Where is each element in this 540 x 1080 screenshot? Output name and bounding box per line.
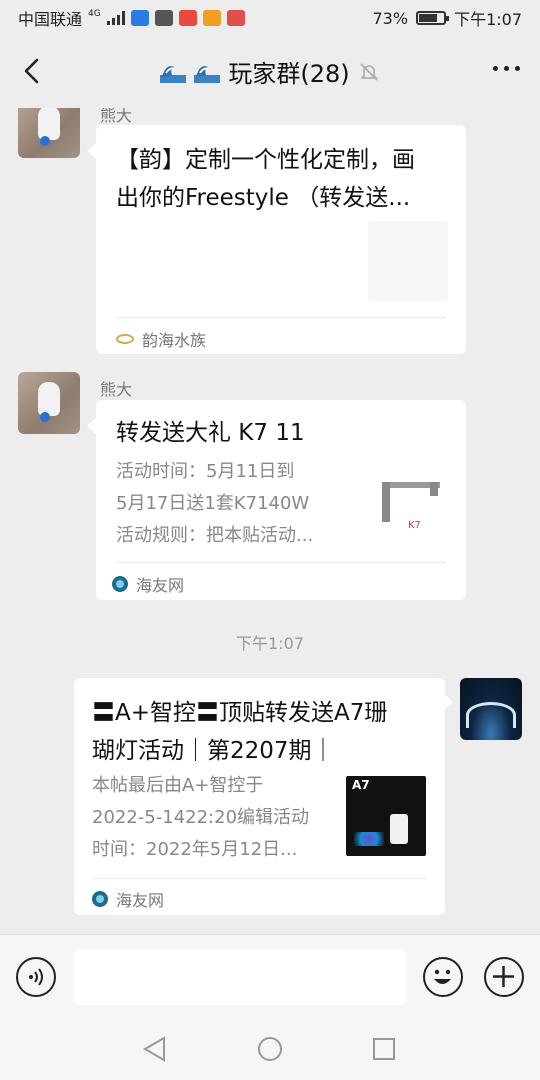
sender-avatar[interactable] bbox=[18, 108, 80, 158]
battery-icon bbox=[416, 11, 450, 25]
more-options-icon[interactable] bbox=[493, 66, 520, 71]
wave-emoji-icon-2 bbox=[194, 65, 221, 83]
toutiao-app-icon bbox=[178, 10, 197, 26]
status-bar: 中国联通 4G 73% 下午1:07 bbox=[0, 0, 540, 36]
source-label: 韵海水族 bbox=[142, 331, 207, 350]
nav-recents-icon[interactable] bbox=[372, 1037, 396, 1061]
nav-back-icon[interactable] bbox=[142, 1036, 166, 1062]
signal-icon bbox=[106, 11, 125, 25]
sender-name: 熊大 bbox=[100, 380, 133, 399]
card-thumbnail bbox=[368, 221, 448, 301]
bubble-tail bbox=[444, 694, 453, 710]
card-title: 转发送大礼 K7 11 bbox=[116, 420, 305, 446]
card-source: 海友网 bbox=[112, 572, 184, 596]
card-desc-line: 5月17日送1套K7140W bbox=[116, 493, 310, 514]
system-nav-bar bbox=[0, 1018, 540, 1080]
card-divider bbox=[92, 878, 427, 879]
mute-bell-icon bbox=[359, 62, 378, 81]
group-title: 玩家群(28) bbox=[228, 60, 350, 88]
message-input[interactable] bbox=[74, 949, 406, 1005]
card-divider bbox=[116, 317, 446, 318]
clock: 下午1:07 bbox=[454, 10, 522, 29]
yunhai-logo-icon bbox=[116, 334, 134, 344]
nav-home-icon[interactable] bbox=[257, 1036, 283, 1062]
card-desc-line: 活动规则：把本贴活动... bbox=[116, 525, 314, 546]
svg-text:K7: K7 bbox=[408, 520, 421, 531]
battery-percent: 73% bbox=[372, 8, 409, 28]
sender-avatar[interactable] bbox=[18, 372, 80, 434]
wallet-app-icon bbox=[202, 10, 221, 26]
voice-input-icon[interactable] bbox=[16, 957, 56, 997]
add-attachment-icon[interactable] bbox=[484, 957, 524, 997]
source-label: 海友网 bbox=[116, 891, 165, 910]
haiyou-logo-icon bbox=[92, 891, 108, 907]
link-card[interactable]: 〓A+智控〓顶贴转发送A7珊 瑚灯活动｜第2207期｜ 本帖最后由A+智控于 2… bbox=[74, 678, 445, 915]
card-title-line: 【韵】定制一个性化定制，画 bbox=[116, 147, 415, 173]
card-thumbnail: K7 bbox=[374, 468, 444, 538]
shield-app-icon bbox=[130, 10, 149, 26]
bubble-tail bbox=[87, 418, 96, 434]
chat-header: 玩家群(28) bbox=[0, 36, 540, 108]
card-title-line: 瑚灯活动｜第2207期｜ bbox=[92, 738, 335, 764]
link-card[interactable]: 【韵】定制一个性化定制，画 出你的Freestyle （转发送... 韵海水族 bbox=[96, 125, 466, 354]
network-label: 4G bbox=[88, 9, 101, 19]
source-label: 海友网 bbox=[136, 576, 185, 595]
card-title-line: 出你的Freestyle （转发送... bbox=[116, 185, 411, 211]
input-bar bbox=[0, 934, 540, 1018]
card-desc-line: 2022-5-1422:20编辑活动 bbox=[92, 807, 310, 828]
wps-app-icon bbox=[226, 10, 245, 26]
chat-area[interactable]: 熊大 【韵】定制一个性化定制，画 出你的Freestyle （转发送... 韵海… bbox=[0, 108, 540, 934]
card-divider bbox=[116, 562, 446, 563]
haiyou-logo-icon bbox=[112, 576, 128, 592]
my-avatar[interactable] bbox=[460, 678, 522, 740]
card-thumbnail: A7 bbox=[346, 776, 426, 856]
emoji-icon[interactable] bbox=[423, 957, 463, 997]
card-desc-line: 活动时间：5月11日到 bbox=[116, 461, 295, 482]
message-timestamp: 下午1:07 bbox=[236, 634, 304, 653]
wave-emoji-icon bbox=[160, 65, 187, 83]
carrier-label: 中国联通 bbox=[18, 10, 83, 29]
message-app-icon bbox=[154, 10, 173, 26]
thumbnail-label: A7 bbox=[352, 778, 370, 792]
card-desc-line: 本帖最后由A+智控于 bbox=[92, 775, 264, 796]
card-source: 韵海水族 bbox=[116, 327, 206, 351]
bubble-tail bbox=[87, 143, 96, 159]
card-title-line: 〓A+智控〓顶贴转发送A7珊 bbox=[92, 700, 388, 726]
card-source: 海友网 bbox=[92, 887, 164, 911]
link-card[interactable]: 转发送大礼 K7 11 活动时间：5月11日到 5月17日送1套K7140W 活… bbox=[96, 400, 466, 600]
card-desc-line: 时间：2022年5月12日... bbox=[92, 839, 298, 860]
sender-name: 熊大 bbox=[100, 108, 133, 125]
